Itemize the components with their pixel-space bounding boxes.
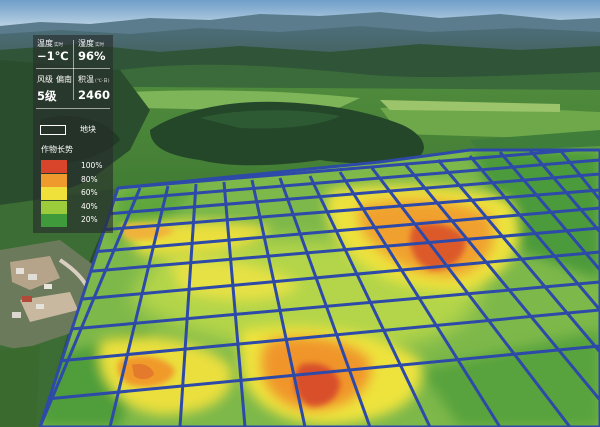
accumulated-temp-value: 2460	[78, 88, 111, 102]
growth-legend-label: 100%	[81, 161, 103, 170]
temperature-value: −1℃	[37, 49, 69, 63]
growth-legend-swatch	[41, 173, 67, 187]
wind-direction: 偏南	[56, 75, 72, 84]
humidity-sub: 实时	[95, 43, 104, 48]
growth-legend-swatch	[41, 214, 67, 227]
wind-value: 5级	[37, 89, 57, 103]
stats-divider-vertical	[73, 40, 74, 100]
growth-legend-label: 60%	[81, 188, 98, 197]
growth-legend-label: 80%	[81, 174, 98, 184]
temperature-label: 温度	[37, 39, 53, 48]
plot-outline-swatch	[40, 125, 66, 135]
stats-divider-2	[36, 108, 110, 109]
growth-legend-title: 作物长势	[41, 145, 73, 154]
growth-legend-swatch	[41, 160, 67, 173]
accumulated-temp-sub: (℃·日)	[95, 79, 110, 84]
wind-label: 风级	[37, 75, 53, 84]
field-monitoring-scene: 温度实时 −1℃ 湿度实时 96% 风级 偏南 5级 积温(℃·日) 2460 地…	[0, 0, 600, 427]
growth-legend-label: 40%	[81, 201, 98, 211]
temperature-sub: 实时	[54, 43, 63, 48]
humidity-value: 96%	[78, 49, 106, 63]
accumulated-temp-label: 积温	[78, 75, 94, 84]
growth-legend-swatch	[41, 187, 67, 200]
growth-legend-swatch	[41, 200, 67, 214]
plot-legend-label: 地块	[80, 125, 96, 134]
humidity-label: 湿度	[78, 39, 94, 48]
growth-legend-label: 20%	[81, 215, 98, 224]
